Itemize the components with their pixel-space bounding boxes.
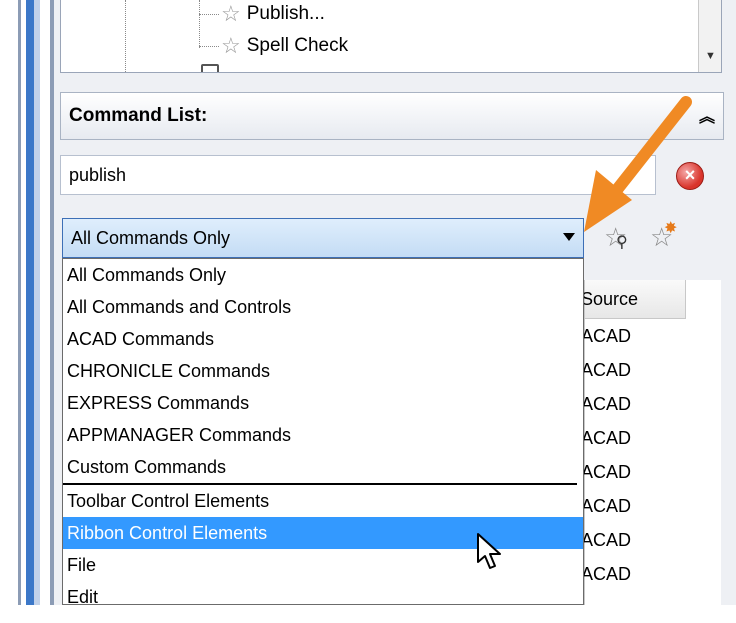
- left-frame: [0, 0, 60, 623]
- star-icon: ☆: [221, 33, 241, 58]
- command-tree[interactable]: ☆ Publish... ☆ Spell Check ▼: [60, 0, 722, 73]
- option-all-commands-only[interactable]: All Commands Only: [63, 259, 583, 291]
- option-chronicle-commands[interactable]: CHRONICLE Commands: [63, 355, 583, 387]
- table-row: ACAD: [581, 495, 632, 516]
- mouse-cursor-icon: [477, 533, 501, 569]
- table-row: ACAD: [581, 529, 632, 550]
- search-input[interactable]: [60, 155, 656, 195]
- new-command-icon[interactable]: ☆ ✸: [650, 220, 677, 253]
- dropdown-arrow-icon[interactable]: [563, 233, 575, 241]
- collapse-icon[interactable]: ︽: [699, 103, 715, 127]
- filter-dropdown[interactable]: All Commands Only: [62, 218, 584, 258]
- star-icon: ☆: [221, 1, 241, 26]
- table-row: ACAD: [581, 359, 632, 380]
- folder-icon: [201, 64, 261, 72]
- option-all-commands-and-controls[interactable]: All Commands and Controls: [63, 291, 583, 323]
- bottom-margin: [0, 605, 736, 623]
- command-list-header: Command List: ︽: [60, 92, 724, 140]
- filter-selected-value: All Commands Only: [71, 227, 231, 248]
- option-appmanager-commands[interactable]: APPMANAGER Commands: [63, 419, 583, 451]
- option-custom-commands[interactable]: Custom Commands: [63, 451, 577, 485]
- tree-item-label: Publish...: [246, 3, 325, 24]
- tree-item-publish[interactable]: ☆ Publish...: [221, 0, 325, 28]
- scroll-down-icon[interactable]: ▼: [705, 50, 716, 62]
- table-row: ACAD: [581, 393, 632, 414]
- option-acad-commands[interactable]: ACAD Commands: [63, 323, 583, 355]
- column-header-source[interactable]: Source: [581, 280, 686, 319]
- table-row: ACAD: [581, 563, 632, 584]
- tree-scrollbar[interactable]: ▼: [698, 0, 721, 72]
- tree-item-spell-check[interactable]: ☆ Spell Check: [221, 32, 348, 60]
- table-row: ACAD: [581, 427, 632, 448]
- option-toolbar-control-elements[interactable]: Toolbar Control Elements: [63, 485, 583, 517]
- command-table: Source ACAD ACAD ACAD ACAD ACAD ACAD ACA…: [581, 280, 721, 605]
- clear-search-icon[interactable]: ×: [676, 162, 704, 190]
- option-express-commands[interactable]: EXPRESS Commands: [63, 387, 583, 419]
- command-list-title: Command List:: [69, 105, 208, 126]
- tree-item-label: Spell Check: [246, 35, 349, 56]
- find-command-icon[interactable]: ☆ ⚲: [604, 222, 628, 253]
- table-row: ACAD: [581, 325, 632, 346]
- table-row: ACAD: [581, 461, 632, 482]
- option-edit[interactable]: Edit: [63, 581, 583, 604]
